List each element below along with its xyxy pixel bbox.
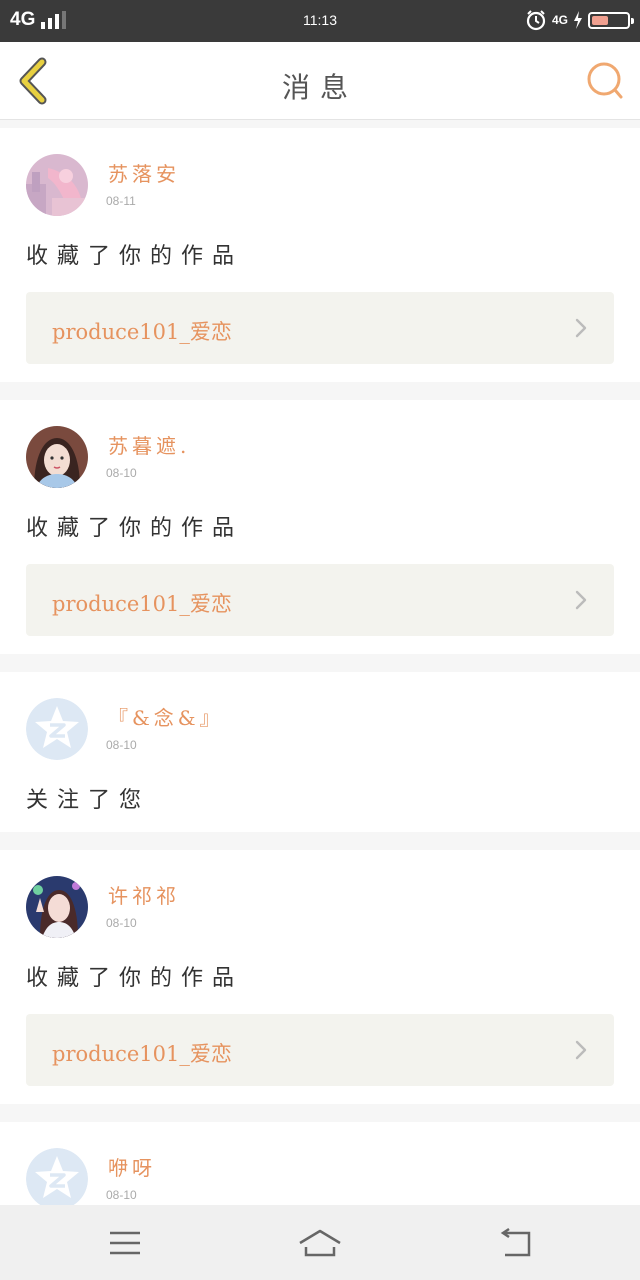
avatar[interactable] xyxy=(26,698,88,760)
notification-date: 08-10 xyxy=(106,916,137,930)
avatar[interactable] xyxy=(26,154,88,216)
notification-date: 08-11 xyxy=(106,194,136,208)
notification-date: 08-10 xyxy=(106,738,137,752)
avatar[interactable] xyxy=(26,1148,88,1210)
chevron-right-icon xyxy=(575,590,587,610)
search-icon xyxy=(587,62,623,99)
notification-date: 08-10 xyxy=(106,466,137,480)
work-link[interactable]: produce101_爱恋 xyxy=(26,564,614,636)
menu-icon xyxy=(110,1231,140,1255)
avatar[interactable] xyxy=(26,426,88,488)
page-title: 消息 xyxy=(281,71,358,104)
alarm-icon xyxy=(526,10,546,31)
chevron-right-icon xyxy=(575,1040,587,1060)
home-button[interactable] xyxy=(290,1223,350,1263)
app-header: 消息 xyxy=(0,42,640,120)
back-nav-button[interactable] xyxy=(485,1223,545,1263)
search-button[interactable] xyxy=(584,60,626,102)
menu-button[interactable] xyxy=(95,1223,155,1263)
action-text: 收藏了你的作品 xyxy=(26,244,244,269)
action-text: 收藏了你的作品 xyxy=(26,966,244,991)
notification-card: 『&念&』 08-10 关注了您 xyxy=(0,672,640,832)
work-link[interactable]: produce101_爱恋 xyxy=(26,1014,614,1086)
default-avatar-icon xyxy=(26,1148,88,1210)
system-nav-bar xyxy=(0,1205,640,1280)
notification-card: 苏落安 08-11 收藏了你的作品 produce101_爱恋 xyxy=(0,128,640,382)
status-right: 4G xyxy=(525,9,634,31)
card-header: 『&念&』 08-10 xyxy=(26,698,614,760)
card-header: 许祁祁 08-10 xyxy=(26,876,614,938)
avatar[interactable] xyxy=(26,876,88,938)
work-title: produce101_爱恋 xyxy=(52,1042,232,1066)
home-icon xyxy=(299,1229,341,1257)
back-arrow-icon xyxy=(500,1227,531,1257)
work-title: produce101_爱恋 xyxy=(52,320,232,344)
user-name[interactable]: 苏落安 xyxy=(108,158,180,187)
user-name[interactable]: 『&念&』 xyxy=(108,702,224,731)
action-text: 关注了您 xyxy=(26,788,151,813)
default-avatar-icon xyxy=(26,698,88,760)
charging-icon xyxy=(574,11,582,29)
notification-card: 许祁祁 08-10 收藏了你的作品 produce101_爱恋 xyxy=(0,850,640,1104)
card-header: 苏落安 08-11 xyxy=(26,154,614,216)
notification-card: 苏暮遮. 08-10 收藏了你的作品 produce101_爱恋 xyxy=(0,400,640,654)
card-header: 咿呀 08-10 xyxy=(26,1148,614,1210)
chevron-right-icon xyxy=(575,318,587,338)
work-link[interactable]: produce101_爱恋 xyxy=(26,292,614,364)
card-header: 苏暮遮. 08-10 xyxy=(26,426,614,488)
status-bar: 4G 11:13 4G xyxy=(0,0,640,42)
work-title: produce101_爱恋 xyxy=(52,592,232,616)
battery-icon xyxy=(588,11,634,29)
action-text: 收藏了你的作品 xyxy=(26,516,244,541)
network-label-right: 4G xyxy=(551,13,568,27)
notification-date: 08-10 xyxy=(106,1188,137,1202)
user-name[interactable]: 咿呀 xyxy=(108,1152,156,1181)
notification-list: 苏落安 08-11 收藏了你的作品 produce101_爱恋 苏暮遮. 08-… xyxy=(0,128,640,1246)
user-name[interactable]: 许祁祁 xyxy=(108,880,180,909)
user-name[interactable]: 苏暮遮. xyxy=(108,430,190,459)
